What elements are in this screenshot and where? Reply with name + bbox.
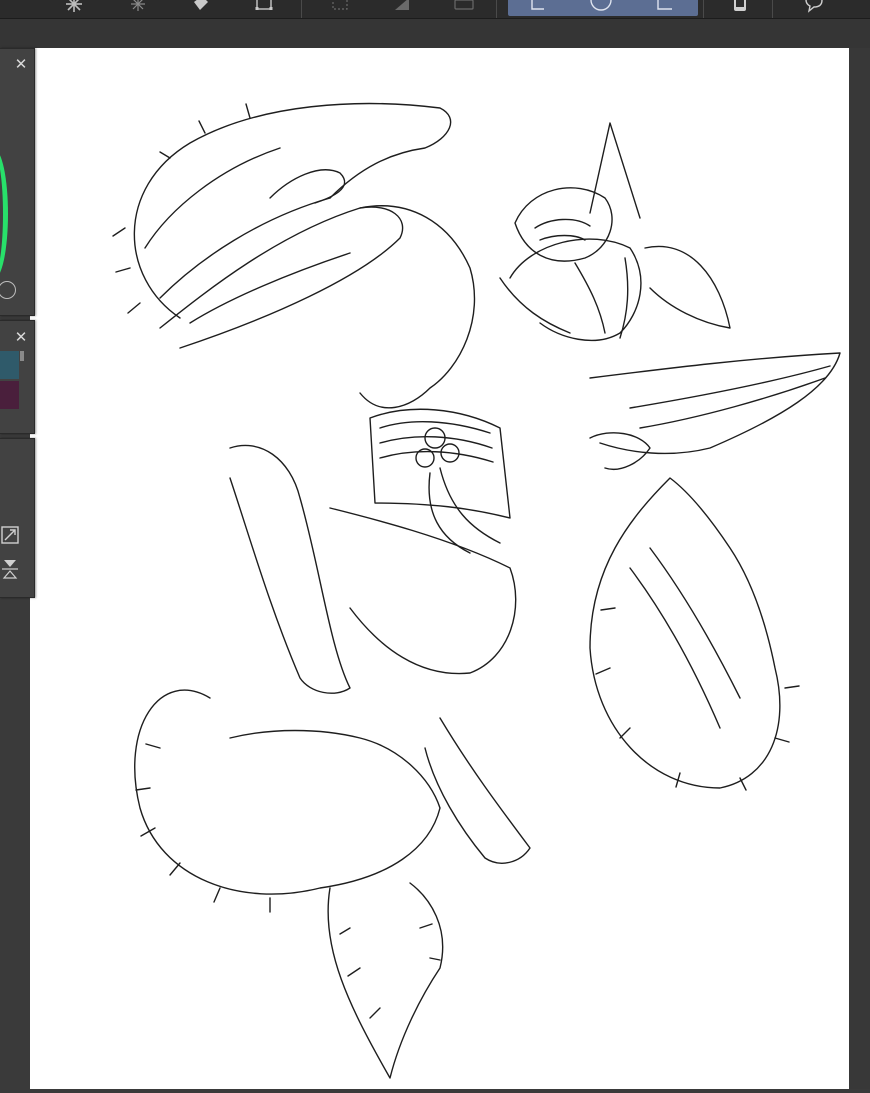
fit-window-icon[interactable] <box>0 525 20 545</box>
kimono-outline <box>359 205 476 409</box>
color-swatch[interactable] <box>0 351 19 379</box>
color-set-panel: ✕ <box>0 320 35 434</box>
right-panel-edge <box>849 48 870 1089</box>
tail-fur-strokes <box>112 103 251 314</box>
tail-tip <box>327 882 444 1079</box>
hand-right <box>589 432 651 470</box>
close-icon[interactable]: ✕ <box>14 330 28 345</box>
color-wheel[interactable] <box>0 149 8 279</box>
tail-bottom-left <box>134 689 441 895</box>
head-outline <box>509 238 642 341</box>
hand-outline <box>269 169 346 204</box>
tail-right <box>589 477 781 789</box>
toolbar-separator <box>772 0 773 18</box>
right-ear <box>644 245 731 329</box>
burst-icon[interactable] <box>126 0 150 14</box>
tail-fur-strokes <box>144 147 351 324</box>
chat-bubble-icon[interactable] <box>802 0 826 14</box>
keyboard-icon[interactable] <box>452 0 476 14</box>
transform-box-icon[interactable] <box>252 0 276 14</box>
dotted-select-icon[interactable] <box>328 0 352 14</box>
tail-fur-strokes <box>629 547 741 729</box>
color-wheel-panel: ✕ <box>0 48 35 316</box>
mask-outline <box>514 187 613 262</box>
rectangle-select-icon[interactable] <box>652 0 676 14</box>
fill-shape-icon[interactable] <box>390 0 414 14</box>
close-icon[interactable]: ✕ <box>14 57 28 72</box>
tail-fur-strokes <box>135 743 271 913</box>
top-toolbar <box>0 0 870 19</box>
leg-thigh <box>329 507 517 675</box>
tail-fur-strokes <box>339 923 441 1019</box>
command-bar <box>0 19 870 49</box>
hair-strokes <box>499 257 629 339</box>
color-swatch[interactable] <box>0 381 19 409</box>
flip-vertical-icon[interactable] <box>0 559 20 579</box>
color-mode-icon[interactable] <box>0 281 16 299</box>
rope-tassel <box>428 467 501 554</box>
tail-fur-strokes <box>595 607 800 791</box>
sleeve-right <box>589 352 841 455</box>
drawing-canvas[interactable] <box>30 48 849 1089</box>
toolbar-separator <box>496 0 497 18</box>
navigator-panel <box>0 438 35 598</box>
foot <box>424 717 531 864</box>
mask-detail <box>534 218 591 241</box>
scrollbar[interactable] <box>20 351 24 361</box>
phone-icon[interactable] <box>728 0 752 14</box>
leg-left <box>229 444 351 694</box>
left-ear <box>589 122 641 219</box>
lasso-icon[interactable] <box>526 0 550 14</box>
circle-select-icon[interactable] <box>589 0 613 14</box>
line-art-illustration <box>112 102 841 1079</box>
eraser-fill-icon[interactable] <box>188 0 212 14</box>
sparkle-icon[interactable] <box>62 0 86 14</box>
sleeve-fold <box>629 365 831 429</box>
toolbar-separator <box>703 0 704 18</box>
toolbar-separator <box>301 0 302 18</box>
